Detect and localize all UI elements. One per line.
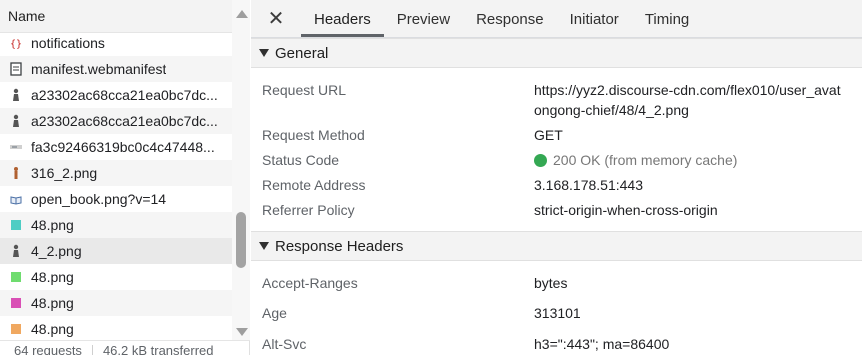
- request-row-image[interactable]: fa3c92466319bc0c4c47448...: [0, 134, 232, 160]
- request-rows: {} notifications manifest.webmanifest a2…: [0, 30, 232, 342]
- request-count: 64 requests: [14, 343, 82, 355]
- image-icon: [10, 322, 22, 336]
- header-value: GET: [534, 127, 563, 143]
- header-key: Referrer Policy: [262, 202, 355, 218]
- request-list-scrollbar[interactable]: [232, 0, 250, 340]
- network-status-bar: 64 requests 46.2 kB transferred: [0, 340, 250, 355]
- chess-image-icon: [10, 114, 22, 128]
- response-headers-section-header[interactable]: Response Headers: [251, 231, 862, 261]
- header-value-continued: ongong-chief/48/4_2.png: [534, 102, 689, 118]
- scrollbar-thumb[interactable]: [236, 212, 246, 268]
- header-key: Age: [262, 305, 287, 321]
- request-name: a23302ac68cca21ea0bc7dc...: [31, 87, 218, 103]
- scroll-up-arrow-icon[interactable]: [236, 10, 248, 18]
- header-value: 200 OK (from memory cache): [534, 152, 737, 168]
- status-code-text: 200 OK (from memory cache): [553, 152, 738, 168]
- request-list-pane: Name {} notifications manifest.webmanife…: [0, 0, 250, 355]
- image-icon: [10, 270, 22, 284]
- header-value: 313101: [534, 305, 581, 321]
- image-icon: [10, 218, 22, 232]
- status-divider: [91, 344, 93, 355]
- request-name: 48.png: [31, 295, 74, 311]
- header-value: h3=":443"; ma=86400: [534, 336, 670, 352]
- request-name: a23302ac68cca21ea0bc7dc...: [31, 113, 218, 129]
- collapse-triangle-icon: [259, 49, 269, 57]
- header-value: https://yyz2.discourse-cdn.com/flex010/u…: [534, 82, 841, 98]
- request-name: 48.png: [31, 321, 74, 337]
- section-title: General: [275, 44, 329, 62]
- close-icon[interactable]: ✕: [251, 0, 301, 37]
- request-name: open_book.png?v=14: [31, 191, 167, 207]
- scroll-down-arrow-icon[interactable]: [236, 328, 248, 336]
- tab-headers[interactable]: Headers: [301, 0, 384, 37]
- request-name: fa3c92466319bc0c4c47448...: [31, 139, 215, 155]
- request-name: notifications: [31, 35, 105, 51]
- tab-timing[interactable]: Timing: [632, 0, 702, 37]
- collapse-triangle-icon: [259, 242, 269, 250]
- request-row-image[interactable]: 48.png: [0, 212, 232, 238]
- tab-response[interactable]: Response: [463, 0, 557, 37]
- request-row-image[interactable]: a23302ac68cca21ea0bc7dc...: [0, 108, 232, 134]
- request-row-image[interactable]: 48.png: [0, 264, 232, 290]
- document-icon: [10, 62, 22, 76]
- header-key: Request Method: [262, 127, 365, 143]
- request-name: 48.png: [31, 269, 74, 285]
- header-key: Accept-Ranges: [262, 275, 358, 291]
- request-name: 316_2.png: [31, 165, 98, 181]
- figure-image-icon: [10, 166, 22, 180]
- request-row-notifications[interactable]: {} notifications: [0, 30, 232, 56]
- header-value: strict-origin-when-cross-origin: [534, 202, 718, 218]
- request-row-image[interactable]: a23302ac68cca21ea0bc7dc...: [0, 82, 232, 108]
- json-icon: {}: [10, 36, 22, 50]
- request-name: 48.png: [31, 217, 74, 233]
- svg-text:{}: {}: [10, 39, 22, 49]
- header-value: 3.168.178.51:443: [534, 177, 643, 193]
- request-row-image[interactable]: 48.png: [0, 290, 232, 316]
- request-name: 4_2.png: [31, 243, 82, 259]
- request-row-manifest[interactable]: manifest.webmanifest: [0, 56, 232, 82]
- transferred-size: 46.2 kB transferred: [102, 343, 214, 355]
- header-key: Status Code: [262, 152, 340, 168]
- request-row-image[interactable]: 316_2.png: [0, 160, 232, 186]
- general-section-header[interactable]: General: [251, 38, 862, 68]
- request-row-selected[interactable]: 4_2.png: [0, 238, 232, 264]
- tab-initiator[interactable]: Initiator: [557, 0, 632, 37]
- header-key: Alt-Svc: [262, 336, 307, 352]
- request-row-image[interactable]: 48.png: [0, 316, 232, 342]
- request-name: manifest.webmanifest: [31, 61, 167, 77]
- request-detail-pane: ✕ Headers Preview Response Initiator Tim…: [251, 0, 862, 355]
- header-value: bytes: [534, 275, 568, 291]
- section-title: Response Headers: [275, 237, 404, 255]
- detail-tab-bar: ✕ Headers Preview Response Initiator Tim…: [251, 0, 862, 38]
- header-key: Request URL: [262, 82, 347, 98]
- image-icon: [10, 296, 22, 310]
- chess-image-icon: [10, 88, 22, 102]
- header-key: Remote Address: [262, 177, 366, 193]
- book-image-icon: [10, 192, 22, 206]
- chess-image-icon: [10, 244, 22, 258]
- name-column-header[interactable]: Name: [0, 0, 232, 33]
- image-icon: [10, 140, 22, 154]
- tab-preview[interactable]: Preview: [384, 0, 463, 37]
- request-row-image[interactable]: open_book.png?v=14: [0, 186, 232, 212]
- status-ok-icon: [534, 154, 547, 167]
